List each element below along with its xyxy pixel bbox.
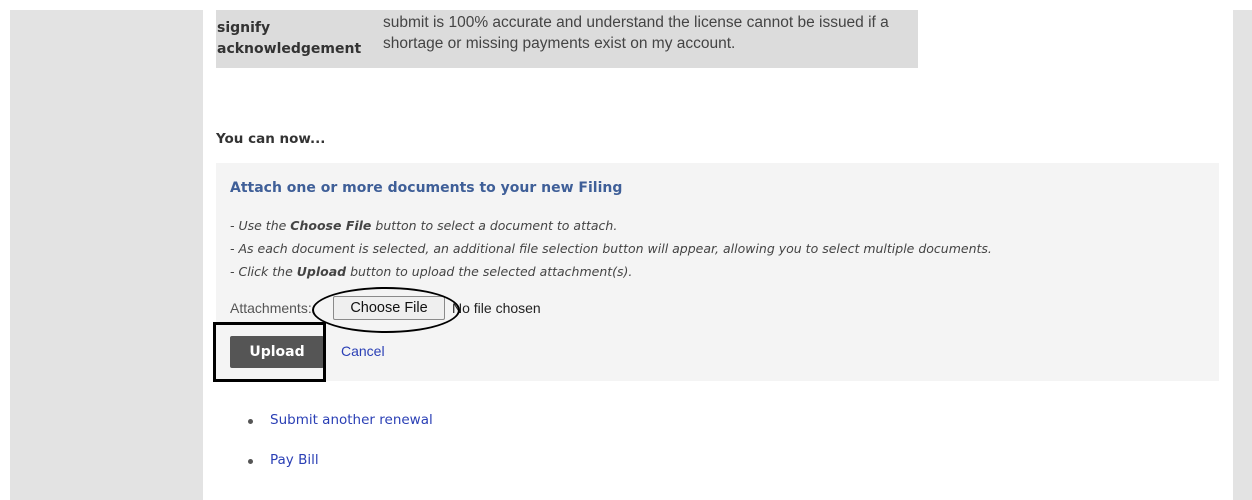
submit-another-renewal-link[interactable]: Submit another renewal (270, 412, 433, 428)
next-steps-heading: You can now... (216, 131, 326, 147)
cancel-link[interactable]: Cancel (341, 343, 385, 359)
hint-text: - As each document is selected, an addit… (230, 241, 992, 256)
file-status-text: No file chosen (452, 300, 541, 316)
acknowledgement-label-line-1: signify (217, 20, 271, 36)
hint-line-1: - Use the Choose File button to select a… (230, 218, 617, 233)
attachments-label: Attachments: (230, 300, 312, 316)
list-item: Submit another renewal (246, 412, 433, 452)
attach-panel-title: Attach one or more documents to your new… (230, 180, 623, 196)
hint-bold: Upload (296, 264, 347, 279)
pay-bill-link[interactable]: Pay Bill (270, 452, 319, 468)
hint-line-2: - As each document is selected, an addit… (230, 241, 992, 256)
annotation-oval (312, 287, 460, 333)
acknowledgement-text: submit is 100% accurate and understand t… (383, 14, 889, 52)
scrollbar-track[interactable] (1233, 10, 1252, 500)
annotation-rectangle (213, 322, 326, 382)
hint-text: - Click the (230, 264, 297, 279)
hint-bold: Choose File (290, 218, 372, 233)
acknowledgement-label: signify acknowledgement (217, 18, 377, 60)
next-steps-links: Submit another renewal Pay Bill (246, 412, 433, 492)
list-item: Pay Bill (246, 452, 433, 492)
hint-text: - Use the (230, 218, 291, 233)
hint-text: button to select a document to attach. (371, 218, 618, 233)
hint-line-3: - Click the Upload button to upload the … (230, 264, 632, 279)
left-gutter (10, 10, 203, 500)
hint-text: button to upload the selected attachment… (346, 264, 633, 279)
acknowledgement-label-line-2: acknowledgement (217, 41, 362, 57)
top-strip (0, 0, 1252, 10)
